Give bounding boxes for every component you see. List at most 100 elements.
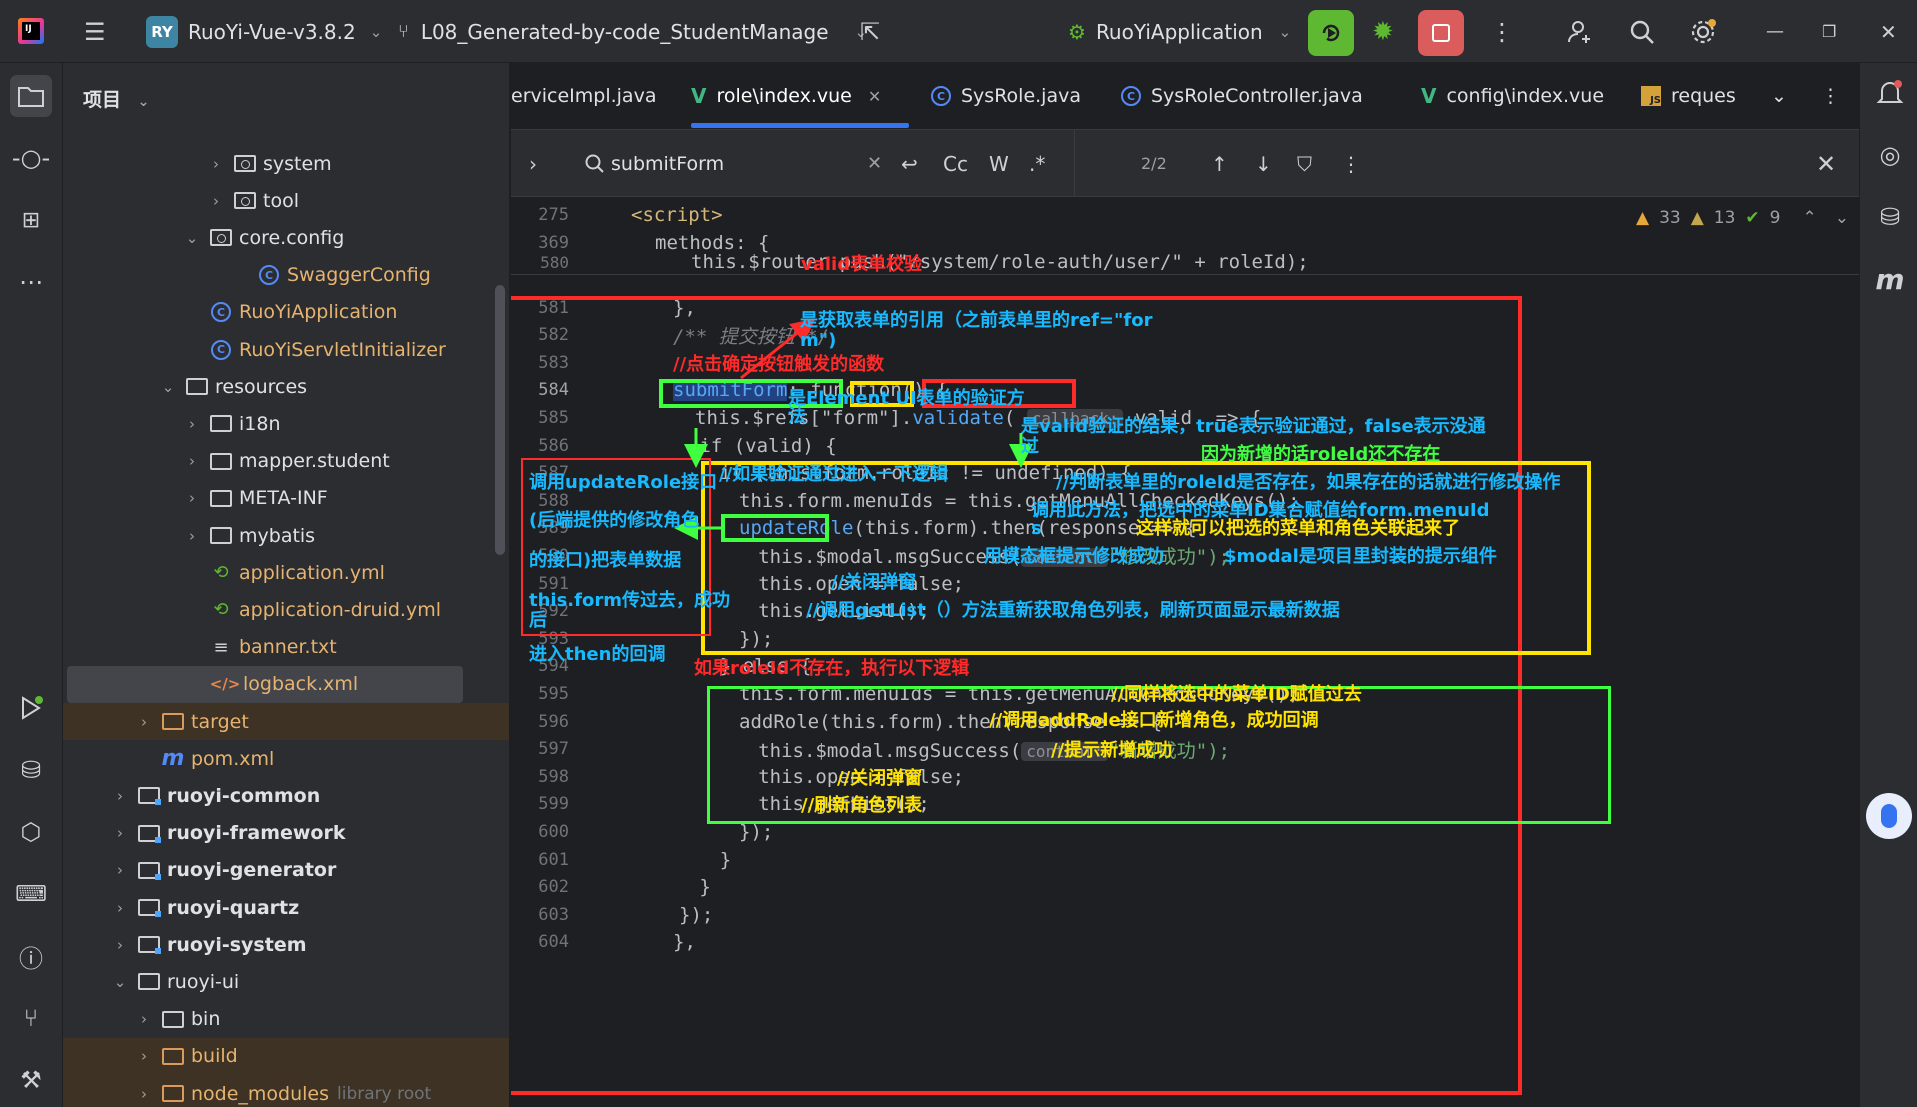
project-scrollbar[interactable] [495, 285, 505, 555]
tree-chevron-icon[interactable]: ⌄ [157, 378, 179, 396]
tree-chevron-icon[interactable]: › [109, 787, 131, 805]
more-actions-icon[interactable]: ⋮ [1490, 0, 1514, 63]
build-hammer-icon[interactable]: ⚒ [10, 1059, 52, 1101]
open-in-window-icon[interactable]: ⇱ [860, 0, 880, 63]
tree-item[interactable]: › META-INF [63, 480, 509, 517]
terminal-icon[interactable]: ⌨ [10, 873, 52, 915]
stop-button[interactable] [1418, 10, 1464, 56]
minimize-window-button[interactable]: — [1766, 0, 1784, 63]
tree-item[interactable]: ⟲ application-druid.yml [63, 591, 509, 628]
tree-chevron-icon[interactable]: › [133, 1085, 155, 1103]
tab-actions-icon[interactable]: ⋮ [1821, 63, 1840, 129]
previous-occurrence-icon[interactable]: ↑ [1211, 130, 1228, 197]
tree-item[interactable]: › bin [63, 1001, 509, 1038]
tree-item[interactable]: ⌄ core.config [63, 219, 509, 256]
tree-item[interactable]: › mybatis [63, 517, 509, 554]
editor-tab[interactable]: C SysRole.java [931, 63, 1081, 129]
tree-item[interactable]: ⟲ application.yml [63, 554, 509, 591]
tree-item[interactable]: </> logback.xml [67, 665, 463, 703]
project-panel-header[interactable]: 项目 ⌄ [83, 85, 149, 112]
tree-item[interactable]: › build [63, 1037, 509, 1075]
maven-icon[interactable]: m [1870, 259, 1910, 299]
tree-chevron-icon[interactable]: › [181, 527, 203, 545]
editor-tab[interactable]: JS reques [1641, 63, 1736, 129]
floating-assistant-button[interactable] [1866, 793, 1912, 839]
database-icon[interactable]: ⛁ [1870, 197, 1910, 237]
tree-item[interactable]: › i18n [63, 405, 509, 442]
code-editor[interactable]: 275 <script> 369 methods: { 580 this.$ro… [511, 198, 1859, 1107]
tree-item[interactable]: C RuoYiServletInitializer [63, 331, 509, 368]
whole-words-toggle[interactable]: W [989, 130, 1009, 197]
main-menu-icon[interactable]: ☰ [84, 0, 106, 63]
find-more-icon[interactable]: ⋮ [1341, 130, 1361, 197]
close-tab-icon[interactable]: ✕ [868, 87, 881, 106]
tree-item[interactable]: ⌄ ruoyi-ui [63, 963, 509, 1000]
find-input[interactable] [611, 146, 811, 182]
tree-item[interactable]: ⌄ resources [63, 368, 509, 405]
git-icon[interactable]: ⑂ [10, 997, 52, 1039]
tree-chevron-icon[interactable]: › [205, 155, 227, 173]
tree-item[interactable]: › ruoyi-system [63, 926, 509, 963]
search-icon[interactable] [1628, 0, 1656, 63]
tree-chevron-icon[interactable]: › [205, 192, 227, 210]
tabs-more-icon[interactable]: ⌄ [1771, 63, 1787, 129]
editor-tab[interactable]: Vrole\index.vue ✕ [691, 63, 881, 129]
tree-item[interactable]: m pom.xml [63, 740, 509, 777]
filter-icon[interactable]: ⛉ [1297, 130, 1312, 197]
tree-item[interactable]: › node_modules library root [63, 1075, 509, 1107]
tree-item[interactable]: C SwaggerConfig [63, 257, 509, 294]
ai-assistant-icon[interactable]: ◎ [1870, 135, 1910, 175]
branch-switcher[interactable]: ⑂ L08_Generated-by-code_StudentManage ⌄ [398, 0, 867, 63]
rerun-button[interactable] [1308, 10, 1354, 56]
tree-item[interactable]: C RuoYiApplication [63, 294, 509, 331]
regex-toggle[interactable]: .* [1029, 130, 1045, 197]
notifications-bell-icon[interactable] [1870, 73, 1910, 113]
tree-chevron-icon[interactable]: › [133, 713, 155, 731]
tree-chevron-icon[interactable]: ⌄ [109, 973, 131, 991]
add-user-icon[interactable] [1566, 0, 1594, 63]
expand-replace-icon[interactable]: › [529, 130, 537, 197]
tree-item[interactable]: ≡ banner.txt [63, 629, 509, 666]
editor-tab[interactable]: C SysRoleController.java [1121, 63, 1363, 129]
tree-chevron-icon[interactable]: › [181, 415, 203, 433]
editor-tab[interactable]: Vconfig\index.vue [1421, 63, 1604, 129]
project-folder-icon[interactable] [10, 75, 52, 117]
tree-chevron-icon[interactable]: › [181, 489, 203, 507]
structure-icon[interactable]: ⊞ [10, 199, 52, 241]
run-config-selector[interactable]: ⚙ RuoYiApplication ⌄ [1068, 0, 1291, 63]
run-tool-icon[interactable] [10, 687, 52, 729]
tree-item[interactable]: › target [63, 703, 509, 740]
project-switcher[interactable]: RY RuoYi-Vue-v3.8.2 ⌄ [146, 0, 382, 63]
close-window-button[interactable]: ✕ [1880, 0, 1897, 63]
tree-item[interactable]: › ruoyi-common [63, 777, 509, 814]
tree-chevron-icon[interactable]: › [109, 861, 131, 879]
commit-icon[interactable]: -○- [10, 137, 52, 179]
tree-item[interactable]: › ruoyi-generator [63, 852, 509, 889]
tree-chevron-icon[interactable]: ⌄ [181, 229, 203, 247]
new-line-icon[interactable]: ↩ [901, 130, 918, 197]
tree-chevron-icon[interactable]: › [181, 452, 203, 470]
tree-item[interactable]: › tool [63, 182, 509, 219]
intellij-logo-icon[interactable]: IJ [18, 18, 44, 44]
tree-chevron-icon[interactable]: › [109, 899, 131, 917]
tree-chevron-icon[interactable]: › [133, 1010, 155, 1028]
tree-chevron-icon[interactable]: › [109, 824, 131, 842]
debug-icon[interactable]: ✹ [1372, 0, 1394, 63]
more-tools-icon[interactable]: ⋯ [10, 261, 52, 303]
tree-item[interactable]: › system [63, 145, 509, 182]
settings-gear-icon[interactable] [1688, 0, 1718, 63]
search-icon[interactable] [583, 130, 607, 197]
editor-tab[interactable]: erviceImpl.java [511, 63, 656, 129]
restore-window-button[interactable]: ❐ [1822, 0, 1836, 63]
tree-chevron-icon[interactable]: › [133, 1047, 155, 1065]
match-case-toggle[interactable]: Cc [943, 130, 968, 197]
services-icon[interactable]: ⬡ [10, 811, 52, 853]
clear-search-icon[interactable]: ✕ [867, 130, 882, 197]
problems-icon[interactable]: ⓘ [10, 935, 52, 977]
tree-item[interactable]: › ruoyi-quartz [63, 889, 509, 926]
tree-chevron-icon[interactable]: › [109, 936, 131, 954]
database-services-icon[interactable]: ⛁ [10, 749, 52, 791]
tree-item[interactable]: › mapper.student [63, 443, 509, 480]
next-occurrence-icon[interactable]: ↓ [1255, 130, 1272, 197]
tree-item[interactable]: › ruoyi-framework [63, 815, 509, 852]
